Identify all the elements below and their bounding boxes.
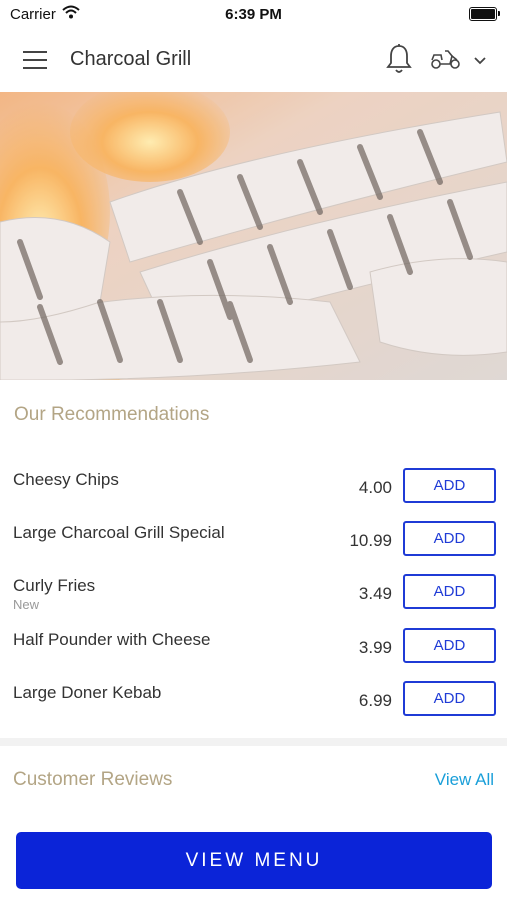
list-item: Large Charcoal Grill Special 10.99 ADD (0, 511, 507, 564)
item-name: Curly Fries (13, 576, 96, 595)
add-button[interactable]: ADD (403, 628, 496, 663)
list-item: Half Pounder with Cheese 3.99 ADD (0, 618, 507, 671)
bell-icon[interactable] (385, 43, 413, 80)
top-nav-bar: Charcoal Grill (0, 28, 507, 92)
delivery-scooter-icon[interactable] (430, 48, 462, 75)
add-button[interactable]: ADD (403, 521, 496, 556)
reviews-heading: Customer Reviews (13, 769, 173, 790)
status-bar: Carrier 6:39 PM (0, 0, 507, 28)
add-button[interactable]: ADD (403, 681, 496, 716)
restaurant-title: Charcoal Grill (70, 48, 192, 70)
section-divider (0, 738, 507, 746)
hero-image (0, 92, 507, 380)
item-price: 3.49 (358, 584, 392, 603)
list-item: Cheesy Chips 4.00 ADD (0, 458, 507, 511)
battery-icon (469, 7, 500, 21)
item-name: Half Pounder with Cheese (13, 630, 211, 649)
list-item: Large Doner Kebab 6.99 ADD (0, 671, 507, 724)
item-price: 4.00 (358, 478, 392, 497)
menu-icon[interactable] (23, 51, 47, 69)
recommendations-heading: Our Recommendations (14, 404, 210, 425)
add-button[interactable]: ADD (403, 574, 496, 609)
item-price: 10.99 (349, 531, 392, 550)
item-name: Cheesy Chips (13, 470, 119, 489)
clock: 6:39 PM (225, 6, 282, 23)
item-name: Large Charcoal Grill Special (13, 523, 225, 542)
item-price: 3.99 (358, 638, 392, 657)
item-new-badge: New (13, 597, 40, 612)
item-name: Large Doner Kebab (13, 683, 162, 702)
view-menu-button[interactable]: VIEW MENU (16, 832, 492, 889)
list-item: Curly Fries New 3.49 ADD (0, 564, 507, 617)
item-price: 6.99 (358, 691, 392, 710)
add-button[interactable]: ADD (403, 468, 496, 503)
chevron-down-icon[interactable] (473, 53, 487, 71)
view-all-reviews-link[interactable]: View All (435, 770, 494, 790)
